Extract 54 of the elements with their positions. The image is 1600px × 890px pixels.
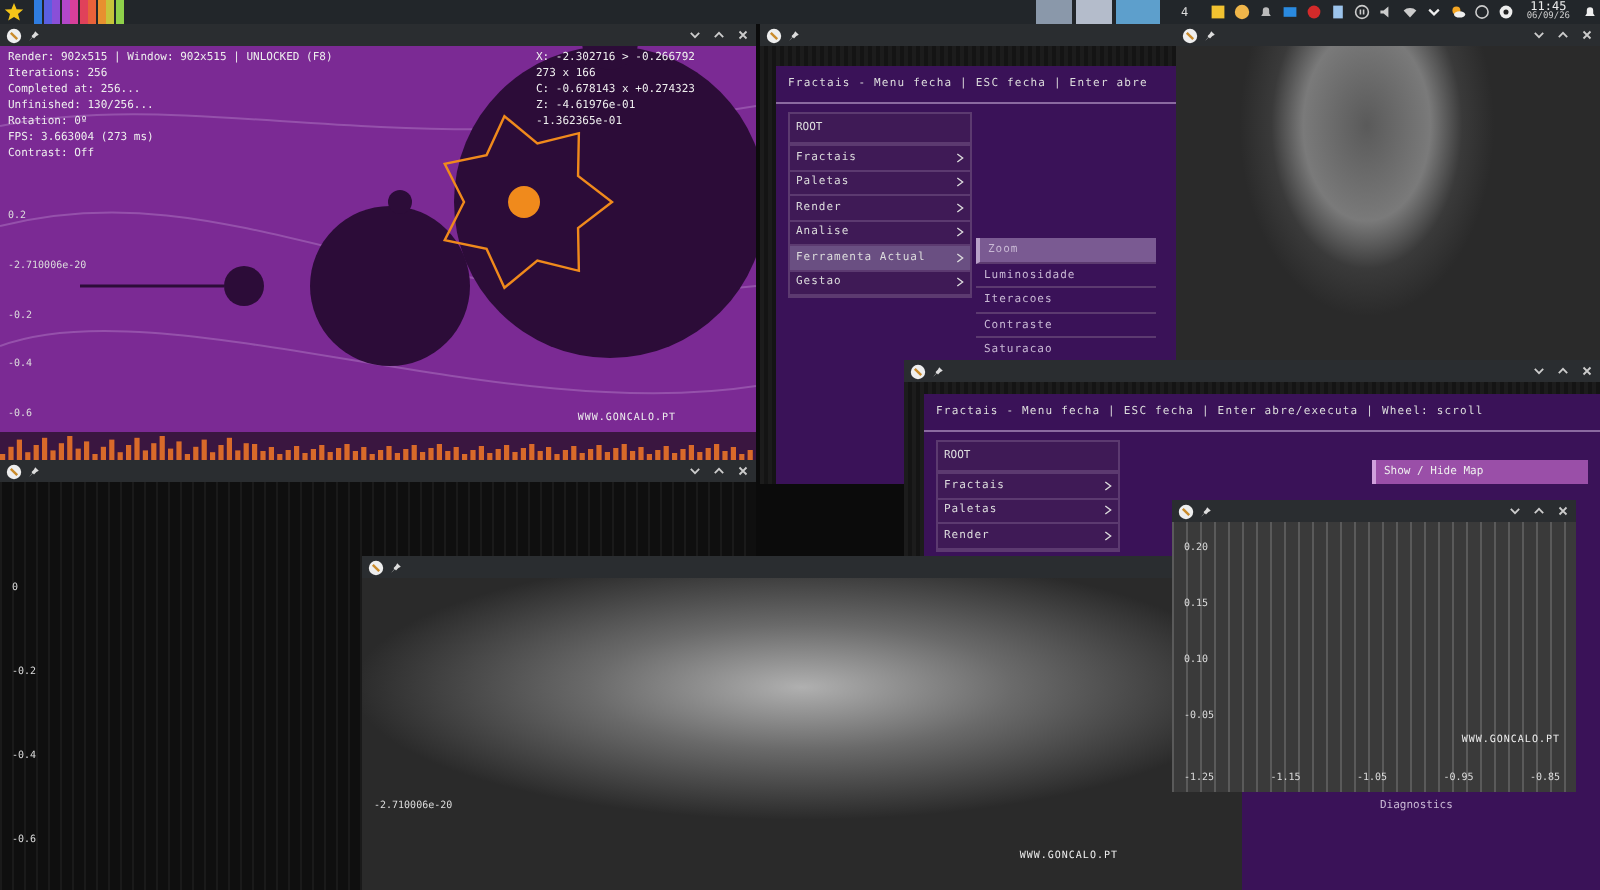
color-swatch[interactable] [115, 0, 123, 24]
workspace-thumbnail[interactable] [1076, 0, 1113, 24]
pin-icon[interactable] [788, 29, 800, 41]
pin-icon[interactable] [28, 465, 40, 477]
ring-icon[interactable] [1474, 4, 1491, 20]
star-icon[interactable] [4, 2, 24, 22]
bell-icon[interactable] [1582, 4, 1598, 20]
app-icon[interactable] [368, 559, 384, 575]
app-icon[interactable] [6, 27, 22, 43]
maximize-icon[interactable] [712, 464, 726, 478]
weather-icon[interactable] [1450, 4, 1467, 20]
title-bar[interactable] [760, 24, 1176, 46]
close-icon[interactable] [1556, 504, 1570, 518]
color-swatch[interactable] [79, 0, 87, 24]
color-swatch[interactable] [34, 0, 42, 24]
maximize-icon[interactable] [712, 28, 726, 42]
title-bar[interactable] [1172, 500, 1576, 522]
minimize-icon[interactable] [1532, 364, 1546, 378]
color-swatch[interactable] [43, 0, 51, 24]
color-swatch[interactable] [88, 0, 96, 24]
pin-icon[interactable] [28, 29, 40, 41]
close-icon[interactable] [736, 28, 750, 42]
pin-icon[interactable] [390, 561, 402, 573]
color-swatch[interactable] [106, 0, 114, 24]
bell-icon[interactable] [1258, 4, 1275, 20]
close-icon[interactable] [736, 464, 750, 478]
maximize-icon[interactable] [1556, 28, 1570, 42]
toggle-icon[interactable] [1498, 4, 1515, 20]
app-icon[interactable] [6, 463, 22, 479]
pin-icon[interactable] [932, 365, 944, 377]
maximize-icon[interactable] [1532, 504, 1546, 518]
color-swatch[interactable] [61, 0, 69, 24]
minimize-icon[interactable] [1532, 28, 1546, 42]
pause-icon[interactable] [1354, 4, 1371, 20]
app-icon[interactable] [910, 363, 926, 379]
color-swatch[interactable] [97, 0, 105, 24]
minimize-icon[interactable] [1508, 504, 1522, 518]
workspace-thumbnail[interactable] [1036, 0, 1073, 24]
color-swatch[interactable] [70, 0, 78, 24]
maximize-icon[interactable] [1556, 364, 1570, 378]
pin-icon[interactable] [1204, 29, 1216, 41]
minimize-icon[interactable] [688, 28, 702, 42]
chevron-down-icon[interactable] [1426, 4, 1443, 20]
close-icon[interactable] [1580, 364, 1594, 378]
app-icon[interactable] [1182, 27, 1198, 43]
wifi-icon[interactable] [1402, 4, 1419, 20]
pin-icon[interactable] [1200, 505, 1212, 517]
workspace-thumbnail[interactable] [1116, 0, 1161, 24]
app-icon[interactable] [1178, 503, 1194, 519]
minimize-icon[interactable] [688, 464, 702, 478]
color-swatch[interactable] [52, 0, 60, 24]
close-icon[interactable] [1580, 28, 1594, 42]
title-bar[interactable] [1176, 24, 1600, 46]
app-icon[interactable] [766, 27, 782, 43]
